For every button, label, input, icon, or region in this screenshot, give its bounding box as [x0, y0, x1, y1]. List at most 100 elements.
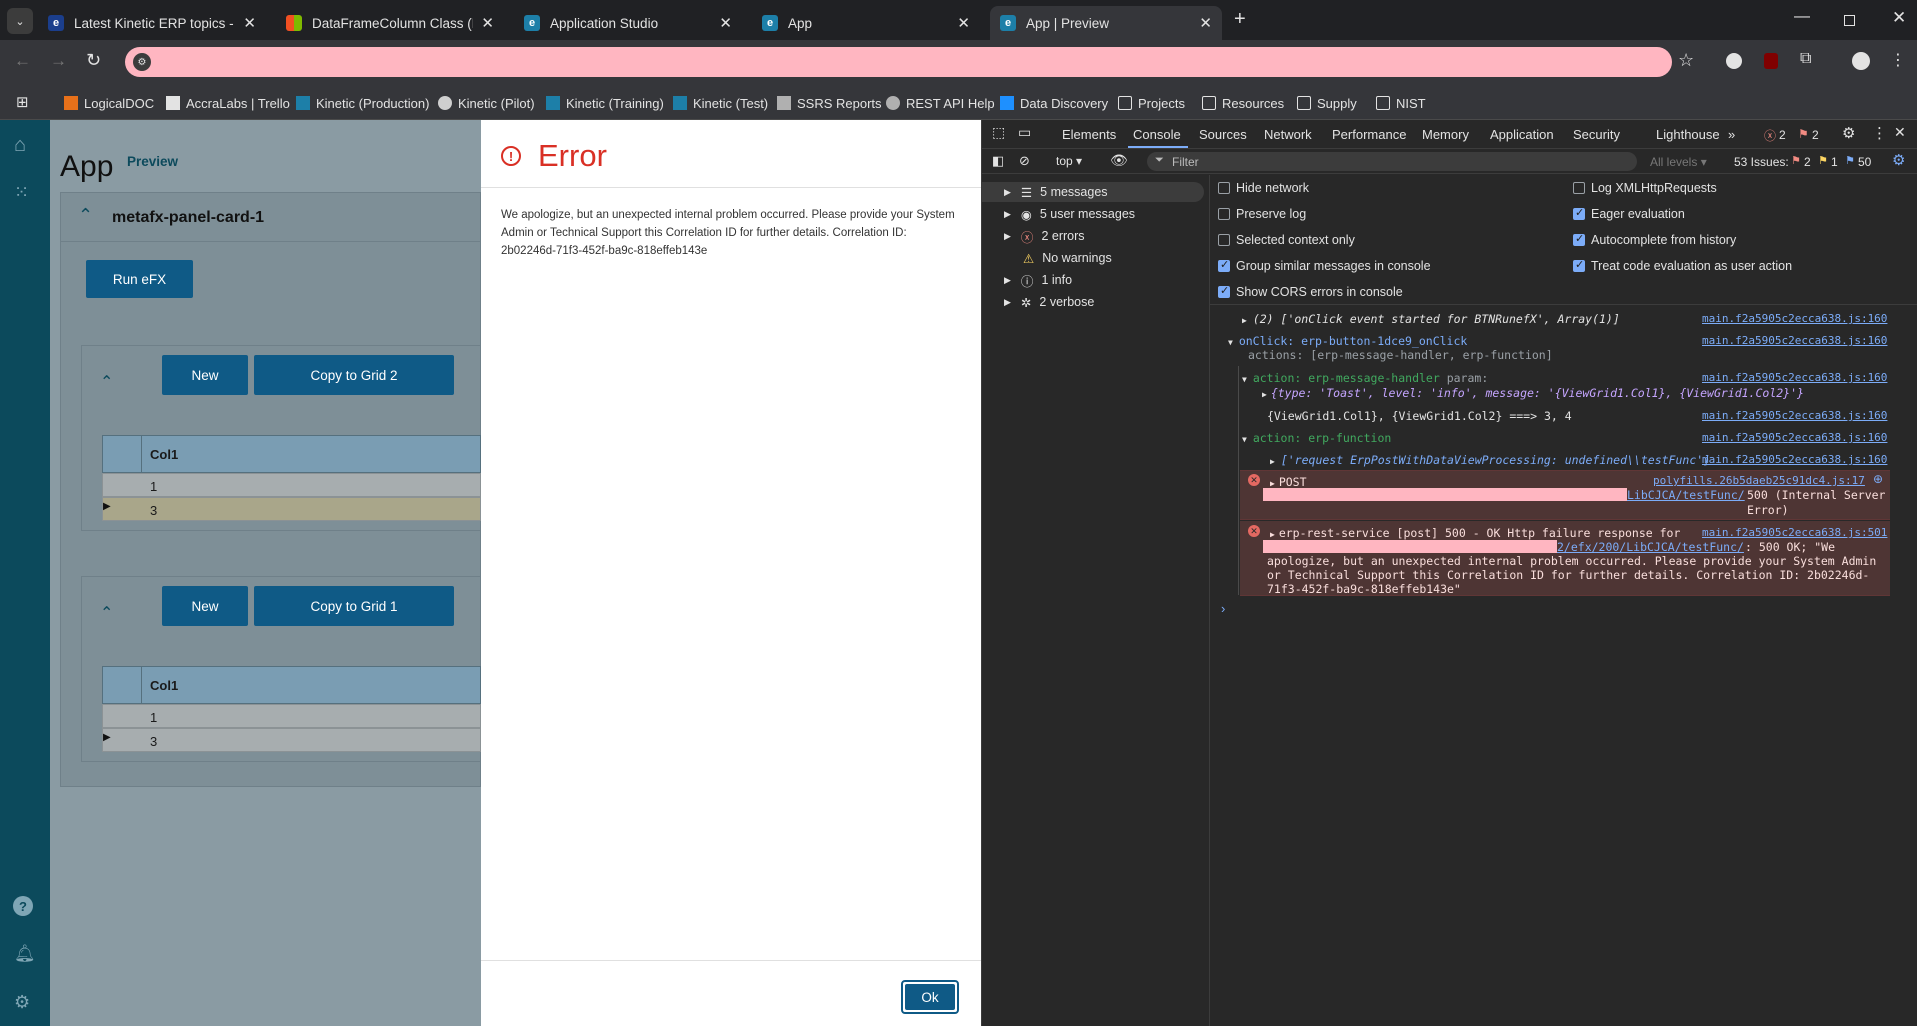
sidebar-toggle-icon[interactable]: ◧ [992, 153, 1004, 169]
eager-evaluation-checkbox[interactable] [1573, 206, 1585, 220]
source-link[interactable]: main.f2a5905c2ecca638.js:501 [1702, 526, 1887, 539]
sidebar-item-messages[interactable]: ▶ ☰ 5 messages [1004, 183, 1108, 201]
show-cors-checkbox[interactable] [1218, 284, 1230, 298]
bookmark-data-discovery[interactable]: Data Discovery [1000, 93, 1108, 113]
sidebar-item-info[interactable]: ▶ ⓘ 1 info [1004, 271, 1072, 289]
issue-flag-count[interactable]: 2 [1812, 128, 1819, 142]
selected-context-checkbox[interactable] [1218, 234, 1230, 246]
bookmark-kinetic-training[interactable]: Kinetic (Training) [546, 93, 664, 113]
chevron-up-icon[interactable]: ⌃ [100, 603, 113, 623]
devtools-close-icon[interactable]: ✕ [1894, 124, 1906, 141]
extension-icon[interactable] [1726, 53, 1742, 69]
close-icon[interactable]: ✕ [243, 14, 256, 32]
bookmark-star-icon[interactable]: ☆ [1678, 50, 1694, 71]
apps-icon[interactable]: ⁙ [14, 182, 29, 203]
ublock-icon[interactable] [1764, 53, 1778, 69]
inspect-element-icon[interactable]: ⬚ [992, 124, 1005, 141]
bookmark-rest-api-help[interactable]: REST API Help [886, 93, 995, 113]
notification-bell-icon[interactable]: 🔔︎ [14, 944, 36, 964]
address-bar[interactable]: ⚙ [125, 47, 1672, 77]
bookmark-kinetic-pilot[interactable]: Kinetic (Pilot) [438, 93, 535, 113]
settings-gear-icon[interactable]: ⚙ [1842, 124, 1855, 142]
close-icon[interactable]: ✕ [1199, 14, 1212, 32]
tab-elements[interactable]: Elements [1062, 127, 1116, 142]
source-link[interactable]: main.f2a5905c2ecca638.js:160 [1702, 312, 1887, 325]
source-link[interactable]: main.f2a5905c2ecca638.js:160 [1702, 431, 1887, 444]
bookmark-ssrs-reports[interactable]: SSRS Reports [777, 93, 882, 113]
source-link[interactable]: main.f2a5905c2ecca638.js:160 [1702, 371, 1887, 384]
sidebar-item-user-messages[interactable]: ▶ ◉ 5 user messages [1004, 205, 1135, 223]
bookmark-accralabs[interactable]: AccraLabs | Trello [166, 93, 290, 113]
tab-lighthouse[interactable]: Lighthouse [1656, 127, 1720, 142]
minimize-icon[interactable]: — [1794, 8, 1810, 26]
extensions-puzzle-icon[interactable]: ⧉ [1800, 50, 1811, 68]
restore-icon[interactable] [1844, 15, 1855, 26]
tab-application-studio[interactable]: e Application Studio ✕ [514, 6, 742, 40]
grid1-copy-button[interactable]: Copy to Grid 2 [254, 355, 454, 395]
chevron-up-icon[interactable]: ⌃ [78, 205, 93, 226]
window-close-icon[interactable]: ✕ [1892, 8, 1906, 28]
clear-console-icon[interactable]: ⊘ [1019, 153, 1030, 169]
live-expression-eye-icon[interactable]: 👁︎ [1110, 152, 1128, 169]
profile-icon[interactable] [1852, 52, 1870, 70]
log-levels-dropdown[interactable]: All levels ▾ [1650, 155, 1707, 169]
tab-console[interactable]: Console [1133, 127, 1181, 142]
close-icon[interactable]: ✕ [481, 14, 494, 32]
group-similar-checkbox[interactable] [1218, 258, 1230, 272]
grid1-header-select[interactable] [102, 435, 142, 473]
tab-network[interactable]: Network [1264, 127, 1312, 142]
tab-security[interactable]: Security [1573, 127, 1620, 142]
sidebar-item-verbose[interactable]: ▶ ✲ 2 verbose [1004, 293, 1094, 311]
issues-info-count[interactable]: 50 [1858, 155, 1871, 169]
issues-label[interactable]: 53 Issues: [1734, 155, 1789, 169]
console-prompt-icon[interactable]: › [1221, 601, 1225, 616]
source-link[interactable]: main.f2a5905c2ecca638.js:160 [1702, 453, 1887, 466]
tab-memory[interactable]: Memory [1422, 127, 1469, 142]
bookmark-resources[interactable]: Resources [1202, 93, 1284, 113]
more-tabs-icon[interactable]: » [1728, 127, 1735, 142]
tab-search-icon[interactable]: ⌄ [7, 8, 33, 34]
tab-dataframecolumn[interactable]: DataFrameColumn Class (Microsoft ✕ [276, 6, 504, 40]
console-message[interactable]: ▶ (2) ['onClick event started for BTNRune… [1242, 312, 1620, 326]
ok-button[interactable]: Ok [905, 984, 955, 1010]
filter-box[interactable] [1147, 152, 1637, 171]
table-row-selected[interactable] [102, 497, 481, 521]
help-icon[interactable]: ? [13, 896, 33, 916]
bookmark-nist[interactable]: NIST [1376, 93, 1426, 113]
grid1-column-header[interactable]: Col1 [150, 447, 178, 462]
tab-epicor[interactable]: e Latest Kinetic ERP topics - Epicor ✕ [38, 6, 266, 40]
grid2-column-header[interactable]: Col1 [150, 678, 178, 693]
run-efx-button[interactable]: Run eFX [86, 260, 193, 298]
devtools-menu-icon[interactable]: ⋮ [1872, 124, 1887, 142]
close-icon[interactable]: ✕ [719, 14, 732, 32]
preserve-log-checkbox[interactable] [1218, 208, 1230, 220]
treat-code-eval-checkbox[interactable] [1573, 258, 1585, 272]
bookmark-projects[interactable]: Projects [1118, 93, 1185, 113]
home-icon[interactable]: ⌂ [14, 134, 26, 157]
log-xhr-checkbox[interactable] [1573, 182, 1585, 194]
error-url[interactable]: LibCJCA/testFunc/ [1627, 488, 1745, 502]
network-panel-icon[interactable]: ⊕ [1873, 472, 1883, 486]
settings-icon[interactable]: ⚙ [14, 992, 30, 1013]
table-row[interactable] [102, 473, 481, 497]
source-link[interactable]: polyfills.26b5daeb25c91dc4.js:17 [1653, 474, 1865, 487]
chevron-up-icon[interactable]: ⌃ [100, 372, 113, 392]
tab-app[interactable]: e App ✕ [752, 6, 980, 40]
menu-kebab-icon[interactable]: ⋮ [1890, 50, 1906, 70]
sidebar-item-errors[interactable]: ▶ ⓧ 2 errors [1004, 227, 1085, 245]
bookmark-supply[interactable]: Supply [1297, 93, 1357, 113]
grid1-cell[interactable]: 1 [150, 479, 157, 494]
console-input[interactable] [1236, 600, 1886, 618]
device-toolbar-icon[interactable]: ▭ [1018, 124, 1031, 141]
bookmark-kinetic-production[interactable]: Kinetic (Production) [296, 93, 429, 113]
console-settings-icon[interactable]: ⚙ [1892, 151, 1905, 169]
tab-sources[interactable]: Sources [1199, 127, 1247, 142]
back-icon[interactable]: ← [14, 51, 31, 71]
console-object[interactable]: ▶ {type: 'Toast', level: 'info', message:… [1262, 386, 1804, 400]
error-count-icon[interactable]: ⓧ [1764, 127, 1776, 144]
close-icon[interactable]: ✕ [957, 14, 970, 32]
grid1-new-button[interactable]: New [162, 355, 248, 395]
grid2-cell[interactable]: 1 [150, 710, 157, 725]
console-message[interactable]: ▶ ['request ErpPostWithDataViewProcessing… [1270, 453, 1710, 467]
tab-application[interactable]: Application [1490, 127, 1554, 142]
